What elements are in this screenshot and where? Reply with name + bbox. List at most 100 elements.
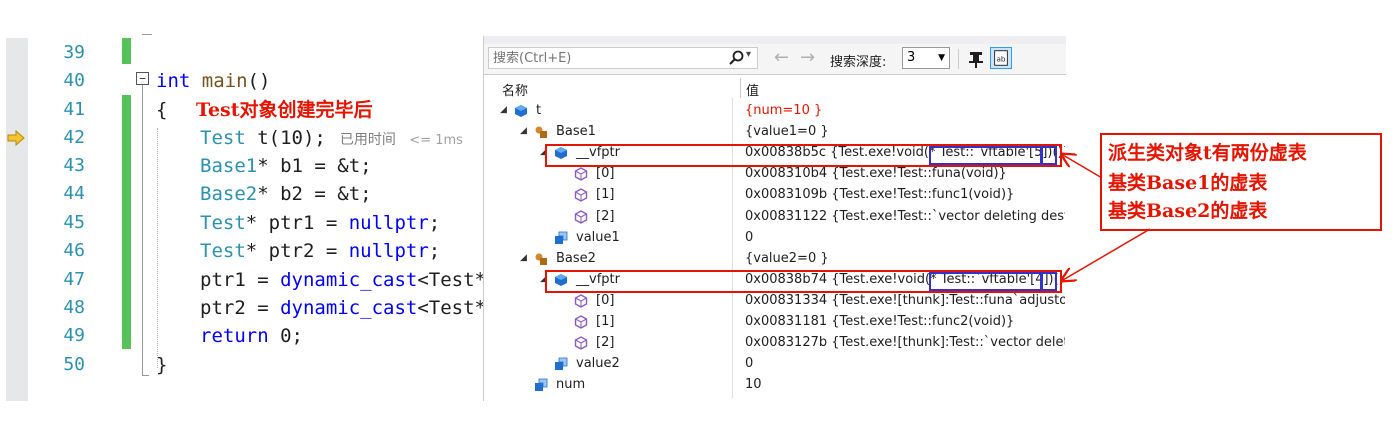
column-value-header[interactable]: 值: [746, 80, 759, 99]
elapsed-time-label[interactable]: 已用时间: [340, 132, 396, 148]
object-icon: [515, 105, 527, 117]
code-text: ;: [428, 212, 441, 234]
line-number: 45: [63, 212, 85, 233]
watch-row-value[interactable]: 0: [745, 353, 1065, 374]
code-line-43[interactable]: Base1* b1 = &t;: [200, 152, 372, 180]
expand-toggle-icon[interactable]: ◢: [520, 121, 527, 142]
watch-row-value[interactable]: 0x0083109b {Test.exe!Test::func1(void)}: [745, 184, 1065, 205]
method-icon: [574, 188, 588, 202]
vftable2-paren-box: [1041, 272, 1057, 291]
code-text: <Test*: [417, 297, 486, 319]
watch-toolbar: ▾ ← → 搜索深度: 3 ▼ ab: [484, 44, 1066, 75]
watch-row[interactable]: value1 0: [492, 227, 1066, 248]
code-line-45[interactable]: Test* ptr1 = nullptr;: [200, 209, 440, 237]
toolbar-separator: [958, 49, 959, 69]
keyword: dynamic_cast: [280, 269, 418, 291]
back-arrow-icon[interactable]: ←: [774, 47, 789, 68]
locals-window[interactable]: ▾ ← → 搜索深度: 3 ▼ ab 名称 值 ◢ t {num=10 } ◢ Base…: [483, 36, 1066, 401]
watch-row-name: [2]: [596, 335, 615, 350]
chevron-down-icon: ▼: [938, 53, 945, 63]
watch-row-value[interactable]: 0x00831181 {Test.exe!Test::func2(void)}: [745, 311, 1065, 332]
watch-row[interactable]: ◢ Base2 {value2=0 }: [492, 248, 1066, 269]
line-number: 44: [63, 183, 85, 204]
field-icon: [535, 378, 548, 391]
watch-row[interactable]: num 10: [492, 374, 1066, 395]
code-text: * ptr1 =: [245, 212, 349, 234]
watch-row[interactable]: [0] 0x00831334 {Test.exe![thunk]:Test::fu…: [492, 290, 1066, 311]
code-line-50[interactable]: }: [156, 351, 167, 379]
arrow-to-vfptr1: [1063, 155, 1103, 179]
column-name-header[interactable]: 名称: [502, 80, 528, 99]
watch-row-name: value2: [576, 356, 620, 371]
vftable1-paren-box: [1041, 146, 1057, 165]
close-brace: }: [156, 354, 168, 376]
watch-row-value[interactable]: 10: [745, 374, 1065, 395]
keyword: return: [200, 325, 269, 347]
callout-line-2: 基类Base1的虚表: [1108, 172, 1268, 194]
change-bar: [122, 38, 131, 64]
method-icon: [574, 336, 588, 350]
watch-row-value[interactable]: 0: [745, 227, 1065, 248]
glyph-margin[interactable]: [6, 38, 28, 401]
watch-row[interactable]: ◢ Base1 {value1=0 }: [492, 121, 1066, 142]
hex-display-icon[interactable]: ab: [990, 47, 1012, 69]
watch-row-value[interactable]: 0x0083127b {Test.exe![thunk]:Test::`vect…: [745, 332, 1065, 353]
watch-row-value[interactable]: 0x00831122 {Test.exe!Test::`vector delet…: [745, 206, 1065, 227]
search-dropdown-icon[interactable]: ▾: [746, 49, 751, 60]
watch-row[interactable]: ◢ t {num=10 }: [492, 100, 1066, 121]
line-number: 42: [63, 127, 85, 148]
code-line-47[interactable]: ptr1 = dynamic_cast<Test*: [200, 266, 486, 294]
code-editor[interactable]: 39 40 41 42 43 44 45 46 47 48 49 50 − in…: [0, 0, 490, 422]
watch-row-name: [1]: [596, 314, 615, 329]
code-line-48[interactable]: ptr2 = dynamic_cast<Test*: [200, 294, 486, 322]
code-line-41[interactable]: {: [156, 96, 167, 124]
callout-line-1: 派生类对象t有两份虚表: [1108, 142, 1307, 164]
function-name: main: [201, 70, 248, 92]
watch-row-value[interactable]: {value1=0 }: [745, 121, 1065, 142]
code-text: 0;: [268, 325, 303, 347]
watch-row[interactable]: [2] 0x00831122 {Test.exe!Test::`vector de…: [492, 206, 1066, 227]
search-depth-select[interactable]: 3 ▼: [902, 47, 950, 69]
watch-row[interactable]: [1] 0x00831181 {Test.exe!Test::func2(void…: [492, 311, 1066, 332]
watch-row[interactable]: value2 0: [492, 353, 1066, 374]
window-title-strip: [484, 36, 1066, 44]
collapse-toggle[interactable]: −: [136, 72, 149, 85]
watch-row-name: [2]: [596, 209, 615, 224]
pin-icon[interactable]: [966, 49, 986, 69]
type-name: Test: [200, 212, 246, 234]
code-line-40[interactable]: int main(): [156, 67, 270, 95]
svg-text:ab: ab: [996, 55, 1005, 64]
callout-line-3: 基类Base2的虚表: [1108, 200, 1268, 222]
code-line-44[interactable]: Base2* b2 = &t;: [200, 180, 372, 208]
watch-row-name: [1]: [596, 187, 615, 202]
watch-row-name: num: [556, 377, 586, 392]
column-divider[interactable]: [740, 78, 741, 98]
watch-row-value[interactable]: {value2=0 }: [745, 248, 1065, 269]
method-icon: [574, 167, 588, 181]
search-input[interactable]: [488, 47, 758, 69]
search-icon[interactable]: [728, 50, 744, 66]
watch-row-value[interactable]: 0x00831334 {Test.exe![thunk]:Test::funa`…: [745, 290, 1065, 311]
code-line-42[interactable]: Test t(10); 已用时间 <= 1ms: [200, 124, 463, 152]
line-number: 48: [63, 297, 85, 318]
line-number: 43: [63, 155, 85, 176]
code-text: * b2 = &t;: [257, 183, 372, 205]
forward-arrow-icon[interactable]: →: [800, 47, 815, 68]
code-text: ptr2 =: [200, 297, 281, 319]
keyword: int: [156, 70, 191, 92]
code-line-46[interactable]: Test* ptr2 = nullptr;: [200, 237, 440, 265]
watch-row[interactable]: [1] 0x0083109b {Test.exe!Test::func1(void…: [492, 184, 1066, 205]
type-name: Base2: [200, 183, 258, 205]
method-icon: [574, 294, 588, 308]
fold-top-mark: [142, 34, 152, 35]
watch-row[interactable]: [2] 0x0083127b {Test.exe![thunk]:Test::`v…: [492, 332, 1066, 353]
watch-row-value[interactable]: {num=10 }: [745, 100, 1065, 121]
expand-toggle-icon[interactable]: ◢: [520, 248, 527, 269]
watch-row-name: [0]: [596, 293, 615, 308]
watch-row-name: t: [536, 103, 542, 118]
code-text: * b1 = &t;: [257, 155, 372, 177]
elapsed-time-value[interactable]: <= 1ms: [409, 133, 463, 148]
watch-row-name: value1: [576, 230, 620, 245]
expand-toggle-icon[interactable]: ◢: [500, 100, 507, 121]
code-line-49[interactable]: return 0;: [200, 322, 303, 350]
